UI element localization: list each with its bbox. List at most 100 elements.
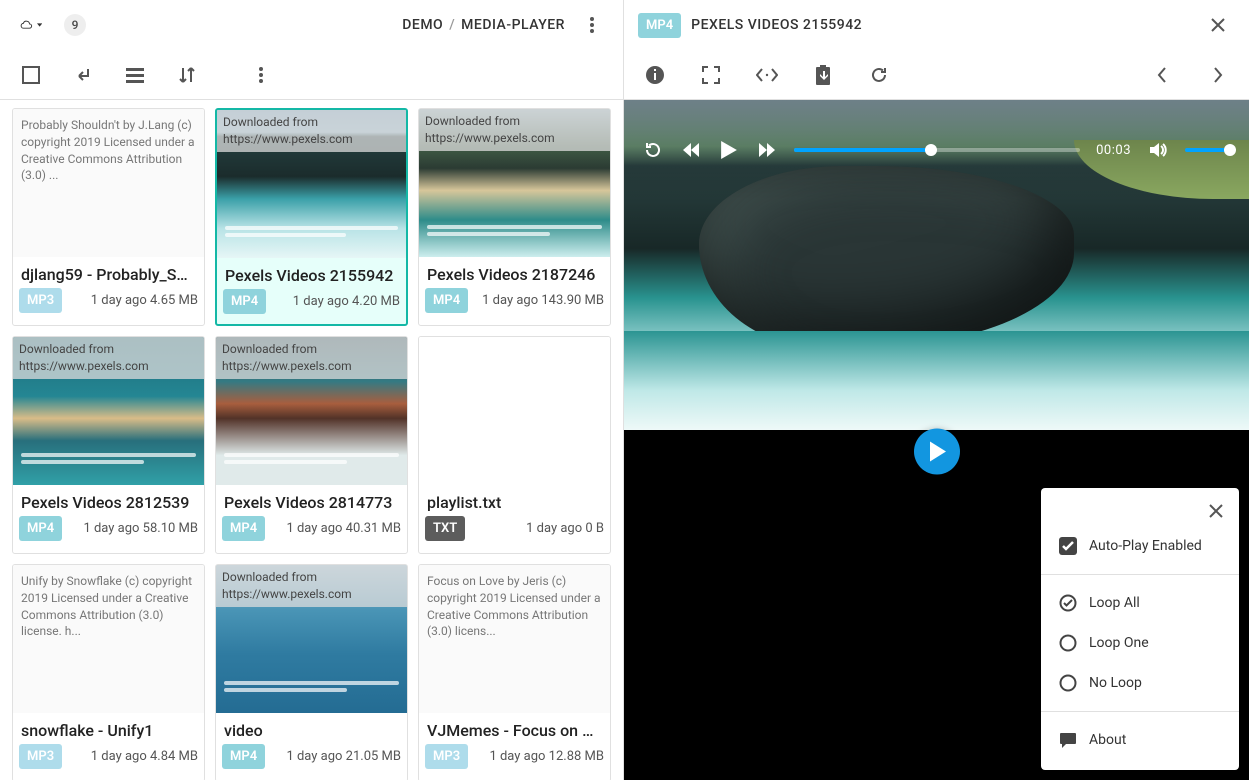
radio-icon <box>1059 634 1077 652</box>
view-mode-button[interactable] <box>118 58 152 92</box>
big-play-button[interactable] <box>914 429 960 475</box>
breadcrumb-leaf[interactable]: MEDIA-PLAYER <box>461 17 565 33</box>
loop-one-label: Loop One <box>1089 635 1149 651</box>
file-title: playlist.txt <box>419 485 610 512</box>
file-title: VJMemes - Focus on L... <box>419 713 610 740</box>
refresh-button[interactable] <box>862 58 896 92</box>
prev-file-button[interactable] <box>1145 58 1179 92</box>
checkbox-checked-icon <box>1059 537 1077 555</box>
file-grid: Probably Shouldn't by J.Lang (c) copyrig… <box>0 100 623 780</box>
volume-thumb[interactable] <box>1224 144 1236 156</box>
loop-all-option[interactable]: Loop All <box>1041 583 1239 623</box>
refresh-icon <box>870 66 888 84</box>
file-card[interactable]: Focus on Love by Jeris (c) copyright 201… <box>418 564 611 780</box>
volume-slider[interactable] <box>1185 148 1231 152</box>
progress-fill <box>794 148 931 152</box>
about-option[interactable]: About <box>1041 720 1239 760</box>
clipboard-download-icon <box>814 65 832 85</box>
loop-one-option[interactable]: Loop One <box>1041 623 1239 663</box>
file-thumbnail: Downloaded from https://www.pexels.com <box>216 565 407 713</box>
enter-button[interactable] <box>66 58 100 92</box>
file-thumbnail <box>419 337 610 485</box>
close-icon <box>1210 17 1226 33</box>
file-type-badge: TXT <box>425 516 465 541</box>
forward-button[interactable] <box>756 139 778 161</box>
file-meta: TXT1 day ago 0 B <box>419 512 610 547</box>
more-vertical-icon <box>590 17 594 33</box>
no-loop-label: No Loop <box>1089 675 1142 691</box>
storage-menu[interactable] <box>14 8 48 42</box>
file-type-badge: MP4 <box>223 289 266 314</box>
select-toggle-button[interactable] <box>14 58 48 92</box>
restart-button[interactable] <box>642 139 664 161</box>
file-meta-text: 1 day ago 143.90 MB <box>476 293 604 308</box>
thumbnail-overlay: Downloaded from https://www.pexels.com <box>13 337 204 379</box>
file-type-badge: MP4 <box>222 516 265 541</box>
file-card[interactable]: Downloaded from https://www.pexels.comvi… <box>215 564 408 780</box>
info-button[interactable] <box>638 58 672 92</box>
file-title: djlang59 - Probably_Sh... <box>13 257 204 284</box>
download-button[interactable] <box>806 58 840 92</box>
file-card[interactable]: Unify by Snowflake (c) copyright 2019 Li… <box>12 564 205 780</box>
no-loop-option[interactable]: No Loop <box>1041 663 1239 703</box>
sort-button[interactable] <box>170 58 204 92</box>
file-meta: MP31 day ago 4.84 MB <box>13 740 204 775</box>
file-card[interactable]: playlist.txtTXT1 day ago 0 B <box>418 336 611 554</box>
close-icon <box>1209 504 1223 518</box>
file-meta: MP4 1 day ago 40.31 MB <box>216 512 407 547</box>
rewind-button[interactable] <box>680 139 702 161</box>
video-controls: 00:03 <box>624 100 1249 200</box>
file-title: Pexels Videos 2814773 <box>216 485 407 512</box>
file-thumbnail: Probably Shouldn't by J.Lang (c) copyrig… <box>13 109 204 257</box>
thumbnail-overlay: Downloaded from https://www.pexels.com <box>216 565 407 607</box>
file-browser-panel: 9 DEMO / MEDIA-PLAYER Probably Shouldn't… <box>0 0 624 780</box>
breadcrumb-sep: / <box>449 17 455 33</box>
close-preview-button[interactable] <box>1201 8 1235 42</box>
file-meta-text: 1 day ago 58.10 MB <box>70 521 198 536</box>
file-thumbnail: Unify by Snowflake (c) copyright 2019 Li… <box>13 565 204 713</box>
time-display: 00:03 <box>1096 143 1131 158</box>
preview-toolbar <box>624 50 1249 100</box>
popup-close-button[interactable] <box>1199 494 1233 528</box>
embed-button[interactable] <box>750 58 784 92</box>
file-menu-button[interactable] <box>244 58 278 92</box>
breadcrumb-root[interactable]: DEMO <box>402 17 443 33</box>
file-type-badge: MP4 <box>222 744 265 769</box>
file-meta: MP31 day ago 4.65 MB <box>13 284 204 319</box>
progress-bar[interactable] <box>794 148 1080 152</box>
file-toolbar <box>0 50 623 100</box>
volume-button[interactable] <box>1147 139 1169 161</box>
breadcrumb-menu-button[interactable] <box>575 8 609 42</box>
thumbnail-overlay: Downloaded from https://www.pexels.com <box>419 109 610 151</box>
file-type-badge: MP4 <box>638 13 681 38</box>
file-card[interactable]: Downloaded from https://www.pexels.com Pe… <box>215 336 408 554</box>
file-card[interactable]: Downloaded from https://www.pexels.comPe… <box>215 108 408 326</box>
file-meta-text: 1 day ago 4.65 MB <box>70 293 198 308</box>
rewind-icon <box>682 141 700 159</box>
file-thumbnail: Downloaded from https://www.pexels.com <box>217 110 406 258</box>
file-meta-text: 1 day ago 4.84 MB <box>70 749 198 764</box>
file-title: Pexels Videos 2812539 <box>13 485 204 512</box>
next-file-button[interactable] <box>1201 58 1235 92</box>
file-card[interactable]: Probably Shouldn't by J.Lang (c) copyrig… <box>12 108 205 326</box>
file-type-badge: MP4 <box>19 516 62 541</box>
file-card[interactable]: Downloaded from https://www.pexels.com Pe… <box>12 336 205 554</box>
list-icon <box>126 66 144 84</box>
volume-icon <box>1149 141 1167 159</box>
left-header: 9 DEMO / MEDIA-PLAYER <box>0 0 623 50</box>
file-card[interactable]: Downloaded from https://www.pexels.comPe… <box>418 108 611 326</box>
chevron-left-icon <box>1157 67 1167 83</box>
play-button[interactable] <box>718 139 740 161</box>
restart-icon <box>644 141 662 159</box>
thumbnail-overlay: Downloaded from https://www.pexels.com <box>216 337 407 379</box>
loop-all-label: Loop All <box>1089 595 1140 611</box>
file-meta: MP31 day ago 12.88 MB <box>419 740 610 775</box>
fullscreen-button[interactable] <box>694 58 728 92</box>
file-meta-text: 1 day ago 40.31 MB <box>273 521 401 536</box>
progress-thumb[interactable] <box>925 144 937 156</box>
chevron-down-icon <box>37 22 42 28</box>
code-icon <box>756 68 778 82</box>
autoplay-toggle[interactable]: Auto-Play Enabled <box>1041 526 1239 566</box>
fullscreen-icon <box>702 66 720 84</box>
video-area[interactable]: 00:03 Auto-Play Enabled Loop All <box>624 100 1249 780</box>
